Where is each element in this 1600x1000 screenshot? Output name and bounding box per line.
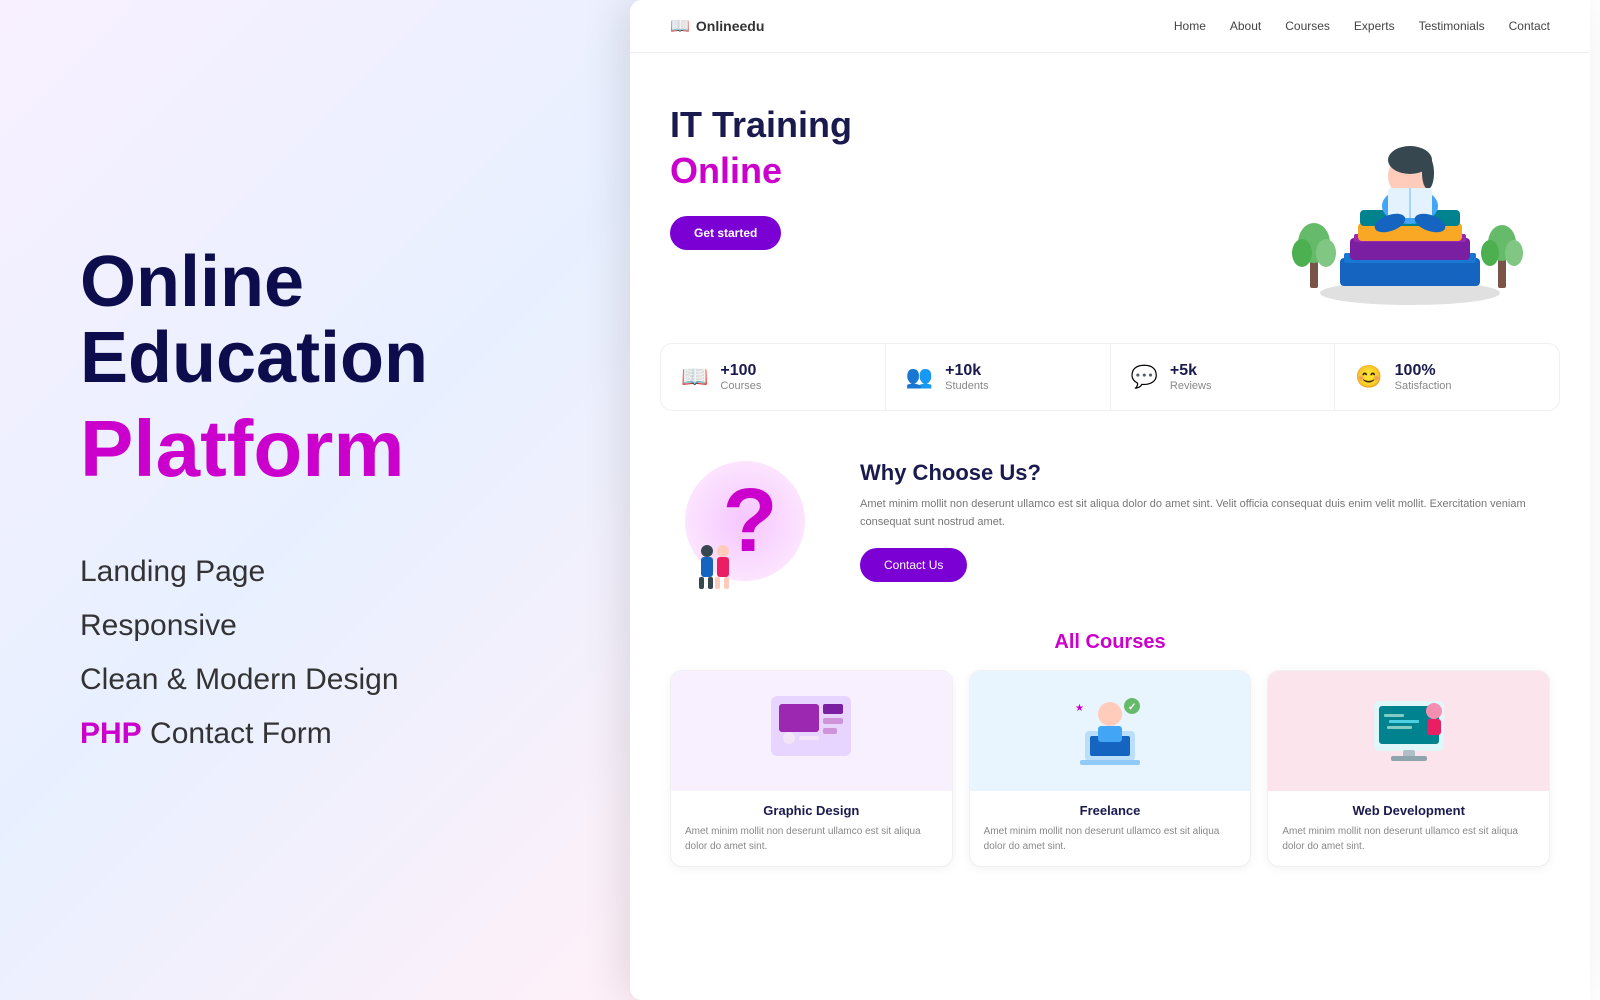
nav-home[interactable]: Home xyxy=(1174,19,1206,33)
courses-number: +100 xyxy=(720,362,761,380)
svg-text:★: ★ xyxy=(1075,703,1084,714)
title-platform: Platform xyxy=(80,407,560,491)
graphic-design-desc: Amet minim mollit non deserunt ullamco e… xyxy=(685,824,938,854)
nav-experts[interactable]: Experts xyxy=(1354,19,1395,33)
hero-text: IT Training Online Get started xyxy=(670,93,1250,250)
course-card-webdev: Web Development Amet minim mollit non de… xyxy=(1267,670,1550,867)
stat-reviews: 💬 +5k Reviews xyxy=(1111,344,1336,410)
book-icon: 📖 xyxy=(670,16,690,36)
nav-testimonials[interactable]: Testimonials xyxy=(1419,19,1485,33)
svg-text:✓: ✓ xyxy=(1128,702,1136,713)
left-panel: Online Education Platform Landing Page R… xyxy=(0,0,640,1000)
why-title: Why Choose Us? xyxy=(860,460,1550,486)
hero-svg xyxy=(1280,98,1540,308)
course-card-freelance: ✓ ★ Freelance Amet minim mollit non dese… xyxy=(969,670,1252,867)
feature-landing-page: Landing Page xyxy=(80,551,560,593)
nav-contact[interactable]: Contact xyxy=(1509,19,1550,33)
navbar: 📖 Onlineedu Home About Courses Experts T… xyxy=(630,0,1590,53)
feature-responsive: Responsive xyxy=(80,605,560,647)
nav-about[interactable]: About xyxy=(1230,19,1261,33)
webdev-desc: Amet minim mollit non deserunt ullamco e… xyxy=(1282,824,1535,854)
get-started-button[interactable]: Get started xyxy=(670,216,781,250)
hero-title-line1: IT Training xyxy=(670,103,1250,146)
stat-students: 👥 +10k Students xyxy=(886,344,1111,410)
php-highlight: PHP xyxy=(80,717,142,750)
hero-section: IT Training Online Get started xyxy=(630,53,1590,333)
graphic-design-title: Graphic Design xyxy=(685,803,938,818)
feature-list: Landing Page Responsive Clean & Modern D… xyxy=(80,551,560,755)
contact-us-button[interactable]: Contact Us xyxy=(860,548,967,582)
courses-label: Courses xyxy=(720,380,761,392)
reviews-icon: 💬 xyxy=(1131,364,1158,390)
courses-grid: Graphic Design Amet minim mollit non des… xyxy=(670,670,1550,867)
students-label: Students xyxy=(945,380,988,392)
brand-name: Onlineedu xyxy=(696,18,764,34)
courses-section: All Courses Graphic Desig xyxy=(630,621,1590,887)
freelance-desc: Amet minim mollit non deserunt ullamco e… xyxy=(984,824,1237,854)
stats-row: 📖 +100 Courses 👥 +10k Students 💬 +5k Rev… xyxy=(660,343,1560,411)
nav-courses[interactable]: Courses xyxy=(1285,19,1330,33)
nav-links: Home About Courses Experts Testimonials … xyxy=(1174,19,1550,33)
title-line2: Education xyxy=(80,318,428,398)
course-card-graphic-design: Graphic Design Amet minim mollit non des… xyxy=(670,670,953,867)
title-line1: Online xyxy=(80,242,304,322)
students-number: +10k xyxy=(945,362,988,380)
feature-php-form: PHP Contact Form xyxy=(80,713,560,755)
freelance-title: Freelance xyxy=(984,803,1237,818)
why-description: Amet minim mollit non deserunt ullamco e… xyxy=(860,496,1550,531)
satisfaction-number: 100% xyxy=(1395,362,1452,380)
why-section: ? Why Choose Us? Amet minim mollit xyxy=(630,431,1590,611)
hero-illustration xyxy=(1270,93,1550,313)
why-text: Why Choose Us? Amet minim mollit non des… xyxy=(860,460,1550,581)
right-panel: 📖 Onlineedu Home About Courses Experts T… xyxy=(630,0,1590,1000)
hero-title-line2: Online xyxy=(670,150,1250,192)
courses-icon: 📖 xyxy=(681,364,708,390)
main-title: Online Education xyxy=(80,245,560,396)
brand: 📖 Onlineedu xyxy=(670,16,764,36)
webdev-img xyxy=(1268,671,1549,791)
why-illustration: ? xyxy=(670,451,830,591)
courses-title: All Courses xyxy=(670,631,1550,654)
freelance-img: ✓ ★ xyxy=(970,671,1251,791)
students-icon: 👥 xyxy=(906,364,933,390)
people-svg xyxy=(695,541,735,591)
satisfaction-icon: 😊 xyxy=(1355,364,1382,390)
stat-satisfaction: 😊 100% Satisfaction xyxy=(1335,344,1559,410)
webdev-title: Web Development xyxy=(1282,803,1535,818)
satisfaction-label: Satisfaction xyxy=(1395,380,1452,392)
reviews-number: +5k xyxy=(1170,362,1212,380)
graphic-design-img xyxy=(671,671,952,791)
stat-courses: 📖 +100 Courses xyxy=(661,344,886,410)
feature-clean-design: Clean & Modern Design xyxy=(80,659,560,701)
reviews-label: Reviews xyxy=(1170,380,1212,392)
